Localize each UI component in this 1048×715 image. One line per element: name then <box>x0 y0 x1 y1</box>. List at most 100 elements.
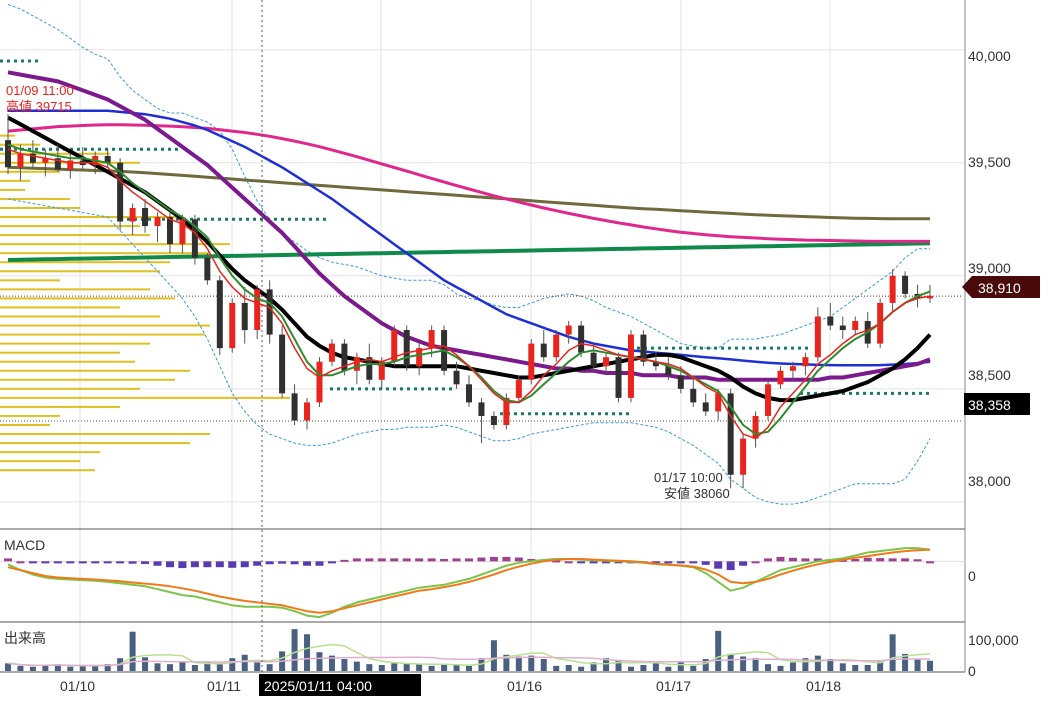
volume-bar <box>752 658 759 671</box>
candle-down <box>142 207 149 227</box>
volume-profile-bar <box>0 252 210 255</box>
volume-profile-bar <box>0 306 120 309</box>
candle-up <box>229 302 236 349</box>
volume-bar <box>366 664 373 671</box>
volume-profile-bar <box>0 288 150 291</box>
volume-bar <box>740 656 747 671</box>
current-price-badge: 38,910 <box>962 276 1040 298</box>
macd-histogram-bar <box>726 561 735 571</box>
macd-histogram-bar <box>340 559 349 562</box>
volume-bar <box>889 634 896 671</box>
candle-up <box>515 379 522 398</box>
volume-bar <box>864 665 871 671</box>
macd-histogram-bar <box>888 558 897 562</box>
macd-histogram-bar <box>178 561 187 569</box>
candle-up <box>802 357 809 367</box>
macd-histogram-bar <box>215 561 224 568</box>
candle-up <box>553 334 560 358</box>
candle-down <box>690 388 697 403</box>
volume-bar <box>789 662 796 671</box>
volume-profile-bar <box>0 216 180 219</box>
volume-profile-bar <box>0 342 150 345</box>
macd-histogram-bar <box>676 561 685 564</box>
y-tick-label: 38,000 <box>968 473 1011 489</box>
macd-histogram-bar <box>253 561 262 566</box>
volume-profile-bar <box>0 234 150 237</box>
volume-bar <box>416 664 423 671</box>
macd-histogram-bar <box>514 557 523 562</box>
volume-profile-bar <box>0 424 50 427</box>
volume-profile-bar <box>0 451 100 454</box>
macd-histogram-bar <box>91 561 100 564</box>
macd-histogram-bar <box>203 561 212 568</box>
macd-histogram-bar <box>352 558 361 562</box>
candle-down <box>590 352 597 367</box>
volume-profile-bar <box>0 414 60 417</box>
volume-bar <box>715 630 722 671</box>
candle-down <box>279 334 286 394</box>
volume-profile-bar <box>0 460 80 463</box>
low-annotation-value: 安値 38060 <box>664 486 730 501</box>
volume-label: 出来高 <box>4 630 46 646</box>
candle-down <box>677 375 684 389</box>
x-tick-label: 01/17 <box>656 678 691 694</box>
macd-histogram-bar <box>327 561 336 564</box>
candle-up <box>777 370 784 385</box>
volume-profile-bar <box>0 297 175 300</box>
candle-down <box>291 393 298 421</box>
volume-bar <box>266 664 273 671</box>
candle-down <box>241 302 248 331</box>
macd-histogram-bar <box>53 561 62 564</box>
y-tick-label: 39,000 <box>968 260 1011 276</box>
macd-histogram-bar <box>190 561 199 568</box>
volume-bar <box>304 634 311 671</box>
macd-histogram-bar <box>776 556 785 562</box>
candle-up <box>316 361 323 403</box>
volume-profile-bar <box>0 279 60 282</box>
macd-histogram-bar <box>390 558 399 562</box>
moving-average-lines <box>7 70 932 403</box>
candle-down <box>204 257 211 281</box>
macd-histogram-bar <box>801 558 810 562</box>
macd-histogram-bar <box>28 561 37 564</box>
volume-bar <box>852 665 859 671</box>
volume-bar <box>428 665 435 671</box>
volume-profile-bar <box>0 433 210 436</box>
volume-profile-bar <box>0 469 95 472</box>
candle-up <box>154 217 161 227</box>
volume-bar <box>553 665 560 671</box>
low-annotation-time: 01/17 10:00 <box>654 470 723 485</box>
macd-histogram-bar <box>377 558 386 562</box>
candle-up <box>627 334 634 398</box>
volume-bar <box>391 663 398 671</box>
volume-bar <box>677 662 684 671</box>
macd-histogram-bar <box>265 561 274 565</box>
volume-bar <box>640 665 647 671</box>
volume-bar <box>378 665 385 671</box>
macd-histogram-bar <box>116 561 125 564</box>
volume-profile-bar <box>0 351 120 354</box>
volume-bar <box>142 657 149 671</box>
volume-bar <box>254 662 261 671</box>
macd-histogram-bar <box>489 556 498 562</box>
macd-histogram-bar <box>290 561 299 565</box>
volume-bar <box>316 652 323 671</box>
volume-profile-bar <box>0 206 80 209</box>
macd-histogram-bar <box>689 561 698 564</box>
volume-bar <box>627 666 634 671</box>
macd-histogram-bar <box>278 561 287 564</box>
candle-up <box>328 343 335 362</box>
candle-up <box>752 415 759 439</box>
y-tick-label: 39,500 <box>968 154 1011 170</box>
crosshair-time-label: 2025/01/11 04:00 <box>264 678 372 694</box>
macd-histogram-bar <box>701 561 710 565</box>
volume-bar <box>29 666 36 671</box>
volume-bar <box>665 666 672 671</box>
macd-histogram-bar <box>240 561 249 568</box>
volume-bar <box>690 665 697 671</box>
reference-price-badge: 38,358 <box>964 393 1030 415</box>
candle-down <box>902 275 909 294</box>
volume-bar <box>353 661 360 671</box>
candle-down <box>466 384 472 403</box>
macd-panel <box>0 547 965 619</box>
